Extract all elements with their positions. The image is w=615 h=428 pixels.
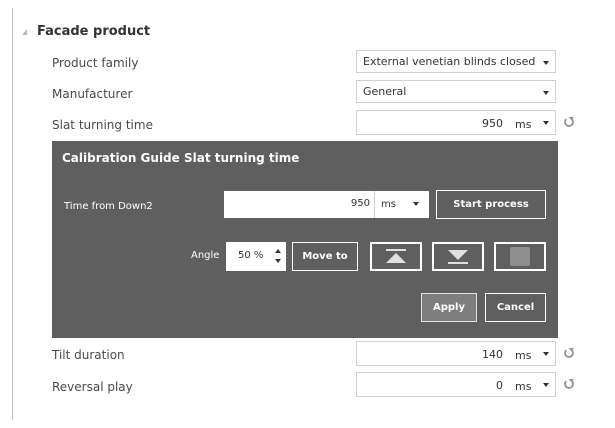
move-down-button[interactable] <box>432 242 484 271</box>
section-title: Facade product <box>37 23 151 39</box>
tilt-duration-label: Tilt duration <box>52 348 125 362</box>
expand-triangle-icon[interactable] <box>22 29 27 35</box>
chevron-down-icon <box>543 61 549 65</box>
slat-turning-time-input[interactable]: 950 <box>482 117 503 130</box>
slat-turning-time-unit[interactable]: ms <box>515 118 531 131</box>
move-up-icon <box>386 249 406 263</box>
product-family-value: External venetian blinds closed <box>363 55 536 68</box>
move-to-button[interactable]: Move to <box>292 242 358 271</box>
reversal-play-input[interactable]: 0 <box>496 379 503 392</box>
tilt-duration-unit[interactable]: ms <box>515 349 531 362</box>
slat-turning-time-label: Slat turning time <box>52 118 153 132</box>
manufacturer-label: Manufacturer <box>52 87 133 101</box>
chevron-down-icon[interactable] <box>543 352 549 356</box>
calibration-guide-dialog: Calibration Guide Slat turning time Time… <box>52 141 558 338</box>
refresh-icon[interactable] <box>564 379 574 389</box>
cancel-button[interactable]: Cancel <box>485 293 546 322</box>
time-unit-value: ms <box>381 199 396 210</box>
move-up-button[interactable] <box>370 242 422 271</box>
stop-icon <box>510 247 530 266</box>
chevron-down-icon <box>543 91 549 95</box>
angle-input[interactable]: 50 % <box>226 242 286 271</box>
tilt-duration-field: 140 ms <box>356 341 556 366</box>
refresh-icon[interactable] <box>564 348 574 358</box>
reversal-play-label: Reversal play <box>52 380 133 394</box>
spin-down-icon[interactable] <box>275 259 281 263</box>
time-unit-select[interactable]: ms <box>374 191 429 218</box>
angle-value: 50 % <box>238 250 264 261</box>
manufacturer-value: General <box>363 85 407 98</box>
spin-up-icon[interactable] <box>275 249 281 253</box>
stop-button[interactable] <box>494 242 546 271</box>
tilt-duration-input[interactable]: 140 <box>482 348 503 361</box>
start-process-button[interactable]: Start process <box>436 190 546 219</box>
reversal-play-unit[interactable]: ms <box>515 380 531 393</box>
product-family-label: Product family <box>52 56 139 70</box>
time-from-down2-label: Time from Down2 <box>64 201 153 212</box>
move-down-icon <box>448 250 468 264</box>
product-family-select[interactable]: External venetian blinds closed <box>356 50 556 73</box>
reversal-play-field: 0 ms <box>356 372 556 397</box>
slat-turning-time-field: 950 ms <box>356 110 556 135</box>
chevron-down-icon[interactable] <box>543 121 549 125</box>
time-from-down2-input[interactable]: 950 <box>224 191 374 218</box>
apply-button[interactable]: Apply <box>421 293 477 322</box>
angle-label: Angle <box>191 250 220 261</box>
time-value: 950 <box>350 198 370 209</box>
section-header[interactable]: Facade product <box>22 20 150 42</box>
manufacturer-select[interactable]: General <box>356 80 556 103</box>
chevron-down-icon <box>413 202 419 206</box>
refresh-icon[interactable] <box>564 117 574 127</box>
chevron-down-icon[interactable] <box>543 383 549 387</box>
dialog-title: Calibration Guide Slat turning time <box>62 151 300 165</box>
